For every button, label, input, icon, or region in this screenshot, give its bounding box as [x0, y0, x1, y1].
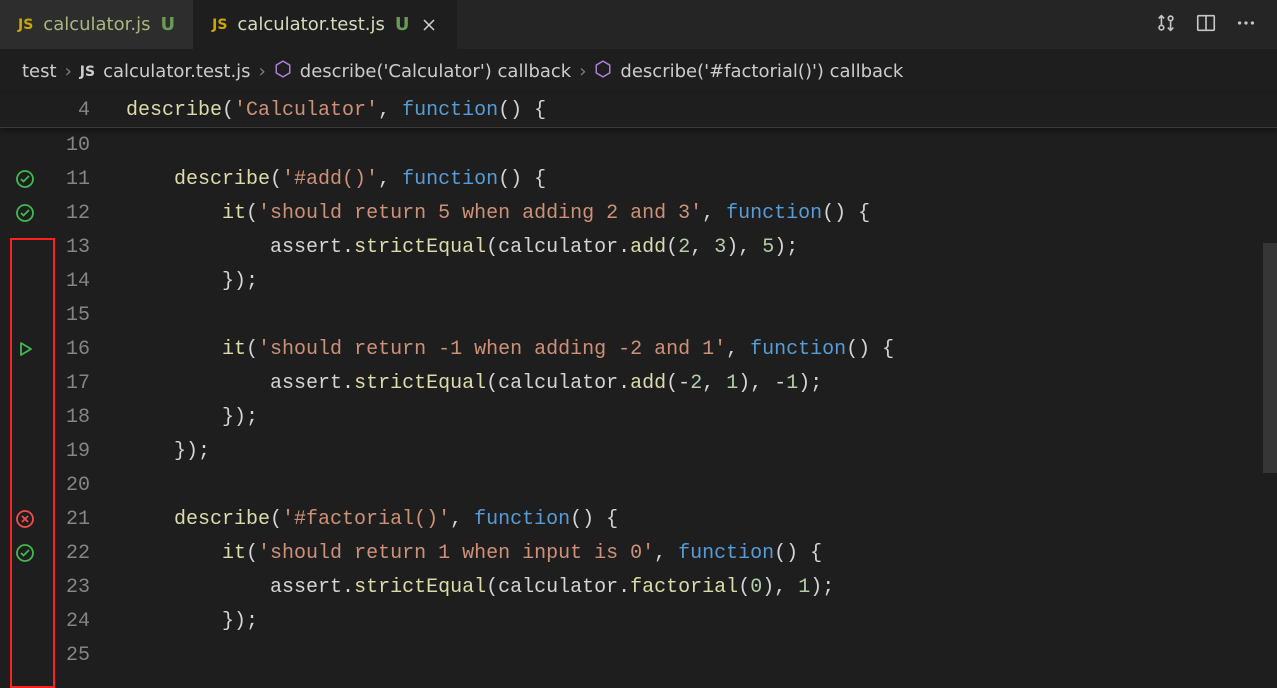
code-line[interactable]: 10 [0, 128, 1277, 162]
code-content [98, 134, 174, 157]
line-number: 11 [50, 168, 98, 191]
code-content: assert.strictEqual(calculator.add(-2, 1)… [98, 372, 822, 395]
code-line[interactable]: 24 }); [0, 604, 1277, 638]
split-editor-icon[interactable] [1195, 12, 1217, 38]
close-icon[interactable] [420, 16, 438, 34]
breadcrumb-folder[interactable]: test [22, 61, 57, 82]
code-content: }); [98, 440, 210, 463]
code-line[interactable]: 18 }); [0, 400, 1277, 434]
line-number: 10 [50, 134, 98, 157]
breadcrumb-symbol[interactable]: describe('#factorial()') callback [594, 60, 903, 83]
chevron-right-icon: › [65, 61, 72, 82]
code-line[interactable]: 16 it('should return -1 when adding -2 a… [0, 332, 1277, 366]
sticky-scroll-header[interactable]: 4 describe('Calculator', function() { [0, 93, 1277, 128]
js-icon: JS [80, 64, 95, 80]
tab-calculator-js[interactable]: JS calculator.js U [0, 0, 194, 49]
code-line[interactable]: 19 }); [0, 434, 1277, 468]
js-icon: JS [212, 17, 227, 33]
line-number: 14 [50, 270, 98, 293]
tab-bar: JS calculator.js U JS calculator.test.js… [0, 0, 1277, 50]
code-line[interactable]: 20 [0, 468, 1277, 502]
code-content: }); [98, 610, 258, 633]
code-content [98, 474, 174, 497]
scrollbar[interactable] [1261, 193, 1277, 672]
breadcrumb-file[interactable]: JS calculator.test.js [80, 61, 251, 82]
code-content: it('should return 5 when adding 2 and 3'… [98, 202, 870, 225]
line-number: 13 [50, 236, 98, 259]
line-number: 19 [50, 440, 98, 463]
code-content: describe('#factorial()', function() { [98, 508, 618, 531]
tab-filename: calculator.test.js [237, 14, 384, 35]
test-status-pass-icon[interactable] [0, 203, 50, 223]
tab-status: U [160, 14, 175, 35]
breadcrumb-symbol[interactable]: describe('Calculator') callback [274, 60, 571, 83]
chevron-right-icon: › [259, 61, 266, 82]
code-line[interactable]: 15 [0, 298, 1277, 332]
breadcrumb[interactable]: test › JS calculator.test.js › describe(… [0, 50, 1277, 93]
code-content: it('should return 1 when input is 0', fu… [98, 542, 822, 565]
code-content: }); [98, 406, 258, 429]
code-line[interactable]: 21 describe('#factorial()', function() { [0, 502, 1277, 536]
code-content: assert.strictEqual(calculator.add(2, 3),… [98, 236, 798, 259]
line-number: 4 [50, 99, 98, 122]
line-number: 24 [50, 610, 98, 633]
line-number: 18 [50, 406, 98, 429]
code-line[interactable]: 23 assert.strictEqual(calculator.factori… [0, 570, 1277, 604]
code-line[interactable]: 22 it('should return 1 when input is 0',… [0, 536, 1277, 570]
tab-actions [1135, 12, 1277, 38]
code-content [98, 304, 174, 327]
test-status-pass-icon[interactable] [0, 169, 50, 189]
js-icon: JS [18, 17, 33, 33]
tab-status: U [395, 14, 410, 35]
code-line[interactable]: 25 [0, 638, 1277, 672]
compare-changes-icon[interactable] [1155, 12, 1177, 38]
code-line[interactable]: 14 }); [0, 264, 1277, 298]
tab-calculator-test-js[interactable]: JS calculator.test.js U [194, 0, 456, 49]
code-editor[interactable]: 4 describe('Calculator', function() { 10… [0, 93, 1277, 672]
code-content: assert.strictEqual(calculator.factorial(… [98, 576, 834, 599]
line-number: 12 [50, 202, 98, 225]
code-content: describe('#add()', function() { [98, 168, 546, 191]
line-number: 25 [50, 644, 98, 667]
code-line[interactable]: 17 assert.strictEqual(calculator.add(-2,… [0, 366, 1277, 400]
code-line[interactable]: 12 it('should return 5 when adding 2 and… [0, 196, 1277, 230]
code-content: it('should return -1 when adding -2 and … [98, 338, 894, 361]
tab-filename: calculator.js [43, 14, 150, 35]
scrollbar-thumb[interactable] [1263, 243, 1277, 473]
test-status-fail-icon[interactable] [0, 509, 50, 529]
line-number: 21 [50, 508, 98, 531]
line-number: 15 [50, 304, 98, 327]
code-line[interactable]: 13 assert.strictEqual(calculator.add(2, … [0, 230, 1277, 264]
method-icon [274, 60, 292, 83]
code-line[interactable]: 11 describe('#add()', function() { [0, 162, 1277, 196]
line-number: 22 [50, 542, 98, 565]
code-line: describe('Calculator', function() { [98, 99, 546, 122]
line-number: 16 [50, 338, 98, 361]
line-number: 20 [50, 474, 98, 497]
code-content: }); [98, 270, 258, 293]
method-icon [594, 60, 612, 83]
line-number: 23 [50, 576, 98, 599]
test-status-run-icon[interactable] [0, 339, 50, 359]
chevron-right-icon: › [579, 61, 586, 82]
code-content [98, 644, 174, 667]
test-status-pass-icon[interactable] [0, 543, 50, 563]
line-number: 17 [50, 372, 98, 395]
more-actions-icon[interactable] [1235, 12, 1257, 38]
